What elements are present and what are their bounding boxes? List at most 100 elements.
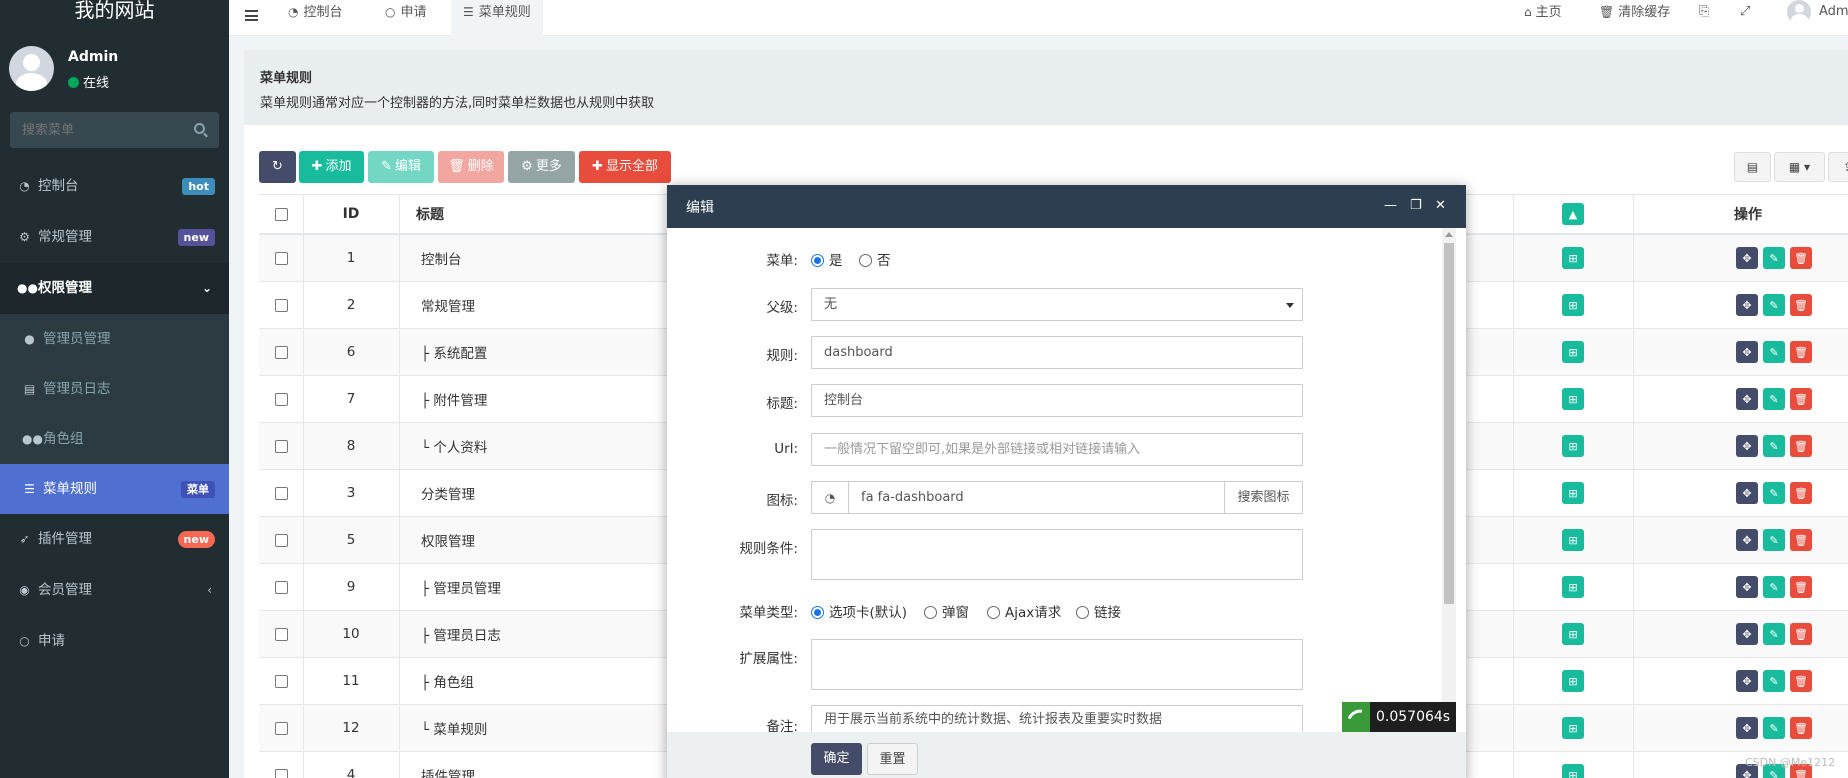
sitemap-icon[interactable]: ⊞ <box>1562 435 1584 457</box>
tab-rule[interactable]: ☰ 菜单规则 <box>451 0 543 36</box>
pencil-icon[interactable]: ✎ <box>1763 294 1785 316</box>
header-title[interactable]: 标题 <box>416 195 444 233</box>
sidebar-item-auth[interactable]: ●●权限管理 ⌄ <box>0 263 229 314</box>
minimize-icon[interactable]: — <box>1384 198 1397 213</box>
row-checkbox[interactable] <box>275 768 288 778</box>
columns-button[interactable]: ▦ ▾ <box>1774 152 1825 182</box>
title-input[interactable]: 控制台 <box>811 384 1303 417</box>
drag-icon[interactable]: ✥ <box>1736 623 1758 645</box>
row-checkbox[interactable] <box>275 345 288 359</box>
sidebar-item-dashboard[interactable]: ◔ 控制台 hot <box>0 161 229 212</box>
row-checkbox[interactable] <box>275 486 288 500</box>
pencil-icon[interactable]: ✎ <box>1763 435 1785 457</box>
trash-icon[interactable]: 🗑 <box>1790 435 1812 457</box>
radio-type-tab[interactable]: 选项卡(默认) <box>811 601 907 621</box>
sitemap-icon[interactable]: ⊞ <box>1562 576 1584 598</box>
trash-icon[interactable]: 🗑 <box>1790 247 1812 269</box>
url-input[interactable]: 一般情况下留空即可,如果是外部链接或相对链接请输入 <box>811 433 1303 466</box>
modal-scrollbar[interactable] <box>1442 228 1456 732</box>
tab-dashboard[interactable]: ◔ 控制台 <box>276 0 355 24</box>
row-checkbox[interactable] <box>275 627 288 641</box>
sitemap-icon[interactable]: ⊞ <box>1562 341 1584 363</box>
pencil-icon[interactable]: ✎ <box>1763 247 1785 269</box>
header-id[interactable]: ID <box>303 195 399 233</box>
add-button[interactable]: ✚ 添加 <box>299 151 364 183</box>
sidebar-item-apply[interactable]: ○ 申请 <box>0 616 229 667</box>
site-logo[interactable]: 我的网站 <box>0 0 229 22</box>
pencil-icon[interactable]: ✎ <box>1763 341 1785 363</box>
export-button[interactable]: ⇪ <box>1828 152 1848 182</box>
pencil-icon[interactable]: ✎ <box>1763 388 1785 410</box>
sidebar-item-rule[interactable]: ☰ 菜单规则 菜单 <box>0 464 229 514</box>
pencil-icon[interactable]: ✎ <box>1763 670 1785 692</box>
sidebar-item-user[interactable]: ◉ 会员管理 ‹ <box>0 565 229 616</box>
trash-icon[interactable]: 🗑 <box>1790 576 1812 598</box>
trash-icon[interactable]: 🗑 <box>1790 670 1812 692</box>
drag-icon[interactable]: ✥ <box>1736 482 1758 504</box>
trash-icon[interactable]: 🗑 <box>1790 294 1812 316</box>
more-button[interactable]: ⚙ 更多 <box>508 151 575 183</box>
drag-icon[interactable]: ✥ <box>1736 670 1758 692</box>
pencil-icon[interactable]: ✎ <box>1763 529 1785 551</box>
language-icon[interactable]: ⎘ <box>1699 0 1709 24</box>
sitemap-icon[interactable]: ⊞ <box>1562 482 1584 504</box>
drag-icon[interactable]: ✥ <box>1736 529 1758 551</box>
top-avatar[interactable] <box>1787 0 1811 24</box>
radio-menu-yes[interactable]: 是 <box>811 249 843 269</box>
maximize-icon[interactable]: ❐ <box>1410 198 1422 213</box>
sitemap-icon[interactable]: ⊞ <box>1562 717 1584 739</box>
sitemap-icon[interactable]: ⊞ <box>1562 623 1584 645</box>
row-checkbox[interactable] <box>275 674 288 688</box>
search-icon-button[interactable]: 搜索图标 <box>1224 481 1303 514</box>
pencil-icon[interactable]: ✎ <box>1763 623 1785 645</box>
radio-menu-no[interactable]: 否 <box>859 249 891 269</box>
row-checkbox[interactable] <box>275 721 288 735</box>
reset-button[interactable]: 重置 <box>867 743 918 775</box>
icon-input[interactable]: fa fa-dashboard <box>848 481 1225 514</box>
drag-icon[interactable]: ✥ <box>1736 294 1758 316</box>
sitemap-icon[interactable]: ⊞ <box>1562 294 1584 316</box>
row-checkbox[interactable] <box>275 392 288 406</box>
drag-icon[interactable]: ✥ <box>1736 388 1758 410</box>
sitemap-icon[interactable]: ⊞ <box>1562 764 1584 778</box>
pencil-icon[interactable]: ✎ <box>1763 717 1785 739</box>
show-all-button[interactable]: ✚ 显示全部 <box>579 151 671 183</box>
condition-textarea[interactable] <box>811 529 1303 580</box>
tab-apply[interactable]: ○ 申请 <box>373 0 439 24</box>
clear-cache-button[interactable]: 🗑 清除缓存 <box>1599 0 1670 24</box>
search-icon[interactable] <box>194 123 205 134</box>
remark-textarea[interactable]: 用于展示当前系统中的统计数据、统计报表及重要实时数据 <box>811 705 1303 732</box>
toggle-view-button[interactable]: ▤ <box>1734 152 1771 182</box>
select-all-checkbox[interactable] <box>275 207 288 221</box>
drag-icon[interactable]: ✥ <box>1736 717 1758 739</box>
sitemap-icon[interactable]: ⊞ <box>1562 529 1584 551</box>
pencil-icon[interactable]: ✎ <box>1763 482 1785 504</box>
sidebar-item-group[interactable]: ●●角色组 <box>0 414 229 464</box>
row-checkbox[interactable] <box>275 439 288 453</box>
drag-icon[interactable]: ✥ <box>1736 247 1758 269</box>
row-checkbox[interactable] <box>275 533 288 547</box>
top-user-name[interactable]: Adm <box>1819 0 1848 24</box>
row-checkbox[interactable] <box>275 251 288 265</box>
rule-input[interactable]: dashboard <box>811 336 1303 369</box>
radio-type-ajax[interactable]: Ajax请求 <box>987 601 1061 621</box>
radio-type-dialog[interactable]: 弹窗 <box>924 601 969 621</box>
confirm-button[interactable]: 确定 <box>811 743 862 775</box>
pencil-icon[interactable]: ✎ <box>1763 576 1785 598</box>
sidebar-item-general[interactable]: ⚙ 常规管理 new <box>0 212 229 263</box>
row-checkbox[interactable] <box>275 298 288 312</box>
drag-icon[interactable]: ✥ <box>1736 435 1758 457</box>
parent-select[interactable]: 无 <box>811 288 1303 321</box>
refresh-button[interactable]: ↻ <box>259 151 296 183</box>
sidebar-search-input[interactable] <box>10 112 180 148</box>
menu-toggle-icon[interactable] <box>245 10 258 21</box>
fullscreen-icon[interactable]: ⤢ <box>1740 0 1750 24</box>
sidebar-item-addon[interactable]: ➶ 插件管理 new <box>0 514 229 565</box>
trash-icon[interactable]: 🗑 <box>1790 341 1812 363</box>
delete-button[interactable]: 🗑 删除 <box>438 151 504 183</box>
extend-textarea[interactable] <box>811 639 1303 690</box>
sitemap-icon[interactable]: ⊞ <box>1562 670 1584 692</box>
trash-icon[interactable]: 🗑 <box>1790 482 1812 504</box>
edit-button[interactable]: ✎ 编辑 <box>368 151 434 183</box>
sidebar-item-admin[interactable]: ● 管理员管理 <box>0 314 229 364</box>
